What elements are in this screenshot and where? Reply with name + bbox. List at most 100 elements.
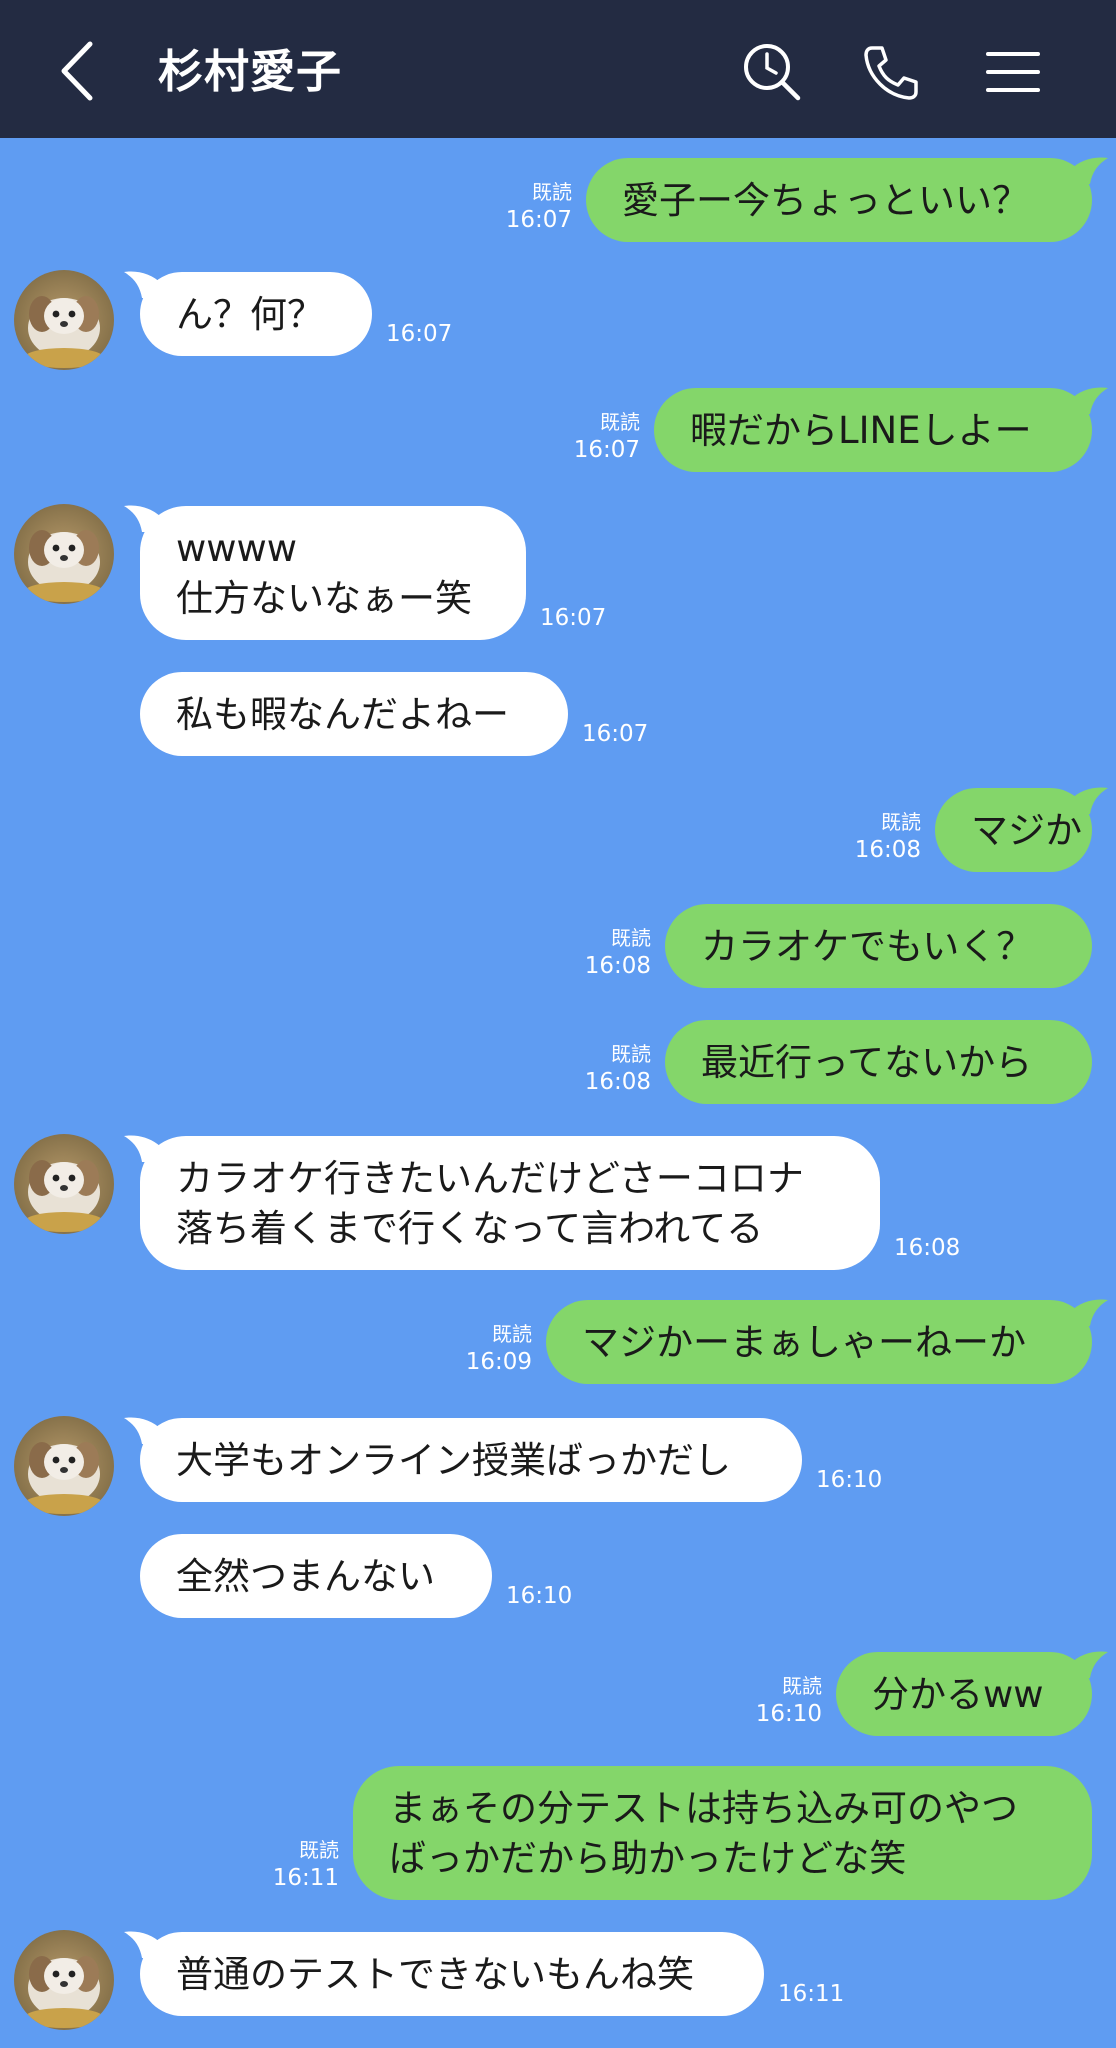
outgoing-message-row: カラオケでもいく？ 既読 16:08 — [0, 904, 1116, 988]
incoming-message-row: 私も暇なんだよねー 16:07 — [0, 672, 1116, 756]
incoming-message-bubble[interactable]: 普通のテストできないもんね笑 — [140, 1932, 764, 2016]
bubble-tail — [124, 505, 162, 532]
message-text: まぁその分テストは持ち込み可のやつ — [389, 1787, 1018, 1830]
message-meta: 16:10 — [506, 1582, 572, 1610]
outgoing-message-row: マジか 既読 16:08 — [0, 787, 1116, 872]
message-text: 仕方ないなぁー笑 — [176, 577, 472, 620]
message-text: 落ち着くまで行くなって言われてる — [176, 1207, 764, 1250]
incoming-message-bubble[interactable]: 全然つまんない — [140, 1534, 492, 1618]
outgoing-message-row: マジかーまぁしゃーねーか 既読 16:09 — [0, 1299, 1116, 1384]
message-time: 16:08 — [584, 1069, 651, 1095]
message-meta: 既読 16:08 — [585, 924, 651, 980]
message-text: カラオケでもいく？ — [701, 925, 1034, 968]
message-text: 普通のテストできないもんね笑 — [176, 1953, 694, 1996]
read-receipt: 既読 — [782, 1674, 822, 1698]
message-list[interactable]: 愛子ー今ちょっといい？ 既読 16:07 ん？何？ 16:07 暇だからLINEしよー 既読… — [0, 138, 1116, 2048]
incoming-message-row: ん？何？ 16:07 — [0, 270, 1116, 370]
message-text: カラオケ行きたいんだけどさーコロナ — [176, 1157, 804, 1200]
message-time: 16:08 — [894, 1235, 961, 1261]
message-time: 16:11 — [778, 1981, 845, 2007]
read-receipt: 既読 — [611, 926, 651, 950]
menu-icon — [986, 52, 1040, 92]
incoming-message-row: カラオケ行きたいんだけどさーコロナ 落ち着くまで行くなって言われてる 16:08 — [0, 1134, 1116, 1270]
menu-button[interactable] — [980, 40, 1044, 104]
read-receipt: 既読 — [881, 810, 921, 834]
contact-avatar[interactable] — [14, 1930, 114, 2030]
back-button[interactable] — [52, 38, 102, 104]
message-meta: 16:08 — [894, 1234, 960, 1262]
message-time: 16:07 — [582, 721, 649, 747]
message-time: 16:11 — [272, 1865, 339, 1891]
incoming-message-bubble[interactable]: wwww 仕方ないなぁー笑 — [140, 506, 526, 640]
contact-name: 杉村愛子 — [158, 45, 343, 98]
incoming-message-row: 普通のテストできないもんね笑 16:11 — [0, 1930, 1116, 2030]
outgoing-message-bubble[interactable]: まぁその分テストは持ち込み可のやつ ばっかだから助かったけどな笑 — [353, 1766, 1092, 1900]
message-text: 分かるww — [872, 1673, 1044, 1716]
bubble-tail — [1070, 787, 1108, 814]
message-meta: 既読 16:09 — [466, 1320, 532, 1376]
dog-photo-icon — [14, 1416, 114, 1516]
incoming-message-bubble[interactable]: 私も暇なんだよねー — [140, 672, 568, 756]
phone-icon — [864, 46, 918, 100]
read-receipt: 既読 — [299, 1838, 339, 1862]
message-meta: 既読 16:07 — [506, 178, 572, 234]
dog-photo-icon — [14, 1930, 114, 2030]
message-meta: 16:07 — [386, 320, 452, 348]
bubble-tail — [124, 1931, 162, 1958]
read-receipt: 既読 — [532, 180, 572, 204]
incoming-message-row: 全然つまんない 16:10 — [0, 1534, 1116, 1618]
message-meta: 既読 16:08 — [855, 808, 921, 864]
message-time: 16:10 — [506, 1583, 573, 1609]
contact-avatar[interactable] — [14, 270, 114, 370]
contact-avatar[interactable] — [14, 504, 114, 604]
message-time: 16:07 — [386, 321, 453, 347]
message-text: wwww — [176, 527, 298, 570]
dog-photo-icon — [14, 1134, 114, 1234]
message-time: 16:10 — [755, 1701, 822, 1727]
bubble-tail — [1070, 1299, 1108, 1326]
contact-avatar[interactable] — [14, 1416, 114, 1516]
message-time: 16:08 — [584, 953, 651, 979]
message-text: ん？何？ — [176, 293, 324, 336]
message-meta: 既読 16:07 — [574, 408, 640, 464]
back-arrow-icon — [61, 41, 93, 101]
bubble-tail — [1070, 157, 1108, 184]
incoming-message-bubble[interactable]: 大学もオンライン授業ばっかだし — [140, 1418, 802, 1502]
message-time: 16:07 — [540, 605, 607, 631]
outgoing-message-bubble[interactable]: カラオケでもいく？ — [665, 904, 1092, 988]
contact-avatar[interactable] — [14, 1134, 114, 1234]
call-button[interactable] — [858, 40, 922, 104]
message-meta: 16:11 — [778, 1980, 844, 2008]
message-text: 大学もオンライン授業ばっかだし — [176, 1439, 731, 1482]
message-text: 私も暇なんだよねー — [176, 693, 509, 736]
message-time: 16:09 — [465, 1349, 532, 1375]
bubble-tail — [1070, 387, 1108, 414]
message-meta: 既読 16:10 — [756, 1672, 822, 1728]
read-receipt: 既読 — [600, 410, 640, 434]
bubble-tail — [124, 1417, 162, 1444]
outgoing-message-bubble[interactable]: 最近行ってないから — [665, 1020, 1092, 1104]
search-button[interactable] — [740, 40, 804, 104]
bubble-tail — [1070, 1651, 1108, 1678]
read-receipt: 既読 — [611, 1042, 651, 1066]
message-text: ばっかだから助かったけどな笑 — [389, 1837, 907, 1880]
outgoing-message-bubble[interactable]: マジかーまぁしゃーねーか — [546, 1300, 1092, 1384]
message-time: 16:08 — [854, 837, 921, 863]
outgoing-message-bubble[interactable]: 暇だからLINEしよー — [654, 388, 1092, 472]
message-text: マジか — [971, 809, 1082, 852]
chat-header: 杉村愛子 — [0, 0, 1116, 138]
message-meta: 既読 16:08 — [585, 1040, 651, 1096]
outgoing-message-row: 暇だからLINEしよー 既読 16:07 — [0, 387, 1116, 472]
message-text: 愛子ー今ちょっといい？ — [622, 179, 1029, 222]
message-meta: 16:10 — [816, 1466, 882, 1494]
outgoing-message-bubble[interactable]: マジか — [935, 788, 1092, 872]
read-receipt: 既読 — [492, 1322, 532, 1346]
outgoing-message-row: 愛子ー今ちょっといい？ 既読 16:07 — [0, 157, 1116, 242]
outgoing-message-bubble[interactable]: 愛子ー今ちょっといい？ — [586, 158, 1092, 242]
incoming-message-bubble[interactable]: ん？何？ — [140, 272, 372, 356]
incoming-message-bubble[interactable]: カラオケ行きたいんだけどさーコロナ 落ち着くまで行くなって言われてる — [140, 1136, 880, 1270]
dog-photo-icon — [14, 270, 114, 370]
message-time: 16:07 — [505, 207, 572, 233]
outgoing-message-bubble[interactable]: 分かるww — [836, 1652, 1092, 1736]
message-time: 16:10 — [816, 1467, 883, 1493]
